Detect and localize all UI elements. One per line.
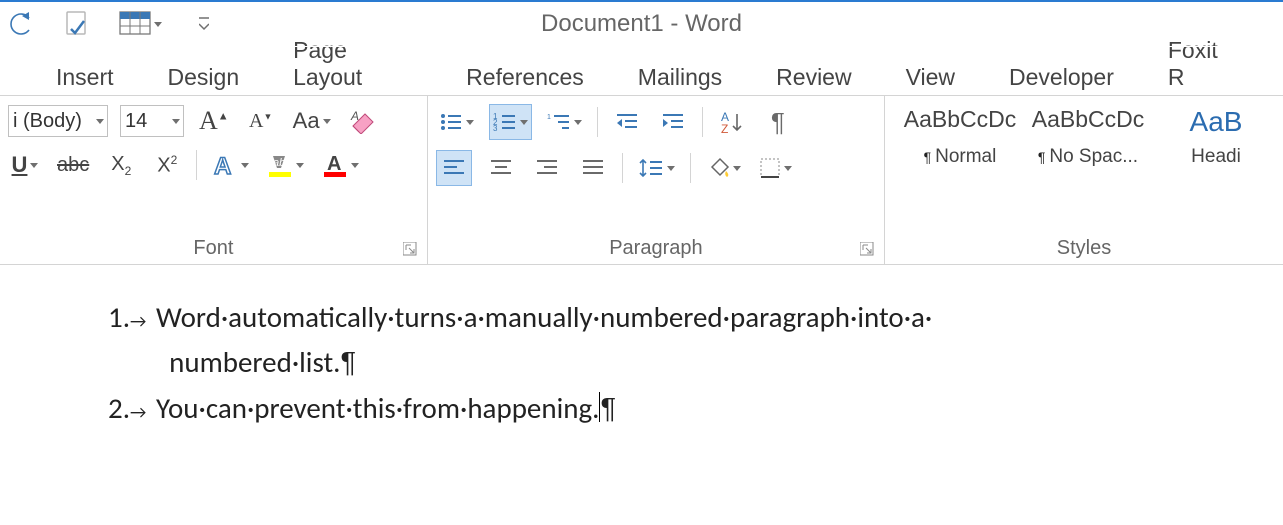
tab-review[interactable]: Review: [770, 60, 857, 95]
tab-mailings[interactable]: Mailings: [632, 60, 728, 95]
font-size-combo[interactable]: [120, 105, 184, 137]
align-center-button[interactable]: [484, 151, 518, 185]
svg-text:A: A: [214, 153, 231, 178]
paragraph-text[interactable]: You·can·prevent·this·from·happening.¶: [156, 386, 616, 432]
group-label-styles: Styles: [1057, 237, 1111, 260]
spelling-button[interactable]: [60, 7, 94, 41]
underline-button[interactable]: U: [8, 148, 42, 182]
line-spacing-button[interactable]: [635, 151, 678, 185]
subscript-button[interactable]: X2: [104, 148, 138, 182]
strikethrough-button[interactable]: abc: [54, 148, 92, 182]
text-effects-icon: A: [212, 152, 238, 178]
align-left-icon: [442, 158, 466, 178]
font-name-combo[interactable]: [8, 105, 108, 137]
table-quick-button[interactable]: [116, 7, 165, 41]
font-color-icon: A: [322, 152, 348, 178]
ribbon: A▲ A▼ Aa A U abc X2 X2 A ab: [0, 96, 1283, 265]
line-spacing-icon: [638, 157, 664, 179]
group-label-paragraph: Paragraph: [609, 237, 702, 260]
ribbon-tabs: Insert Design Page Layout References Mai…: [0, 47, 1283, 96]
align-right-icon: [535, 158, 559, 178]
quick-access-toolbar: Document1 - Word: [0, 2, 1283, 47]
style-no-spacing[interactable]: AaBbCcDc ¶ No Spac...: [1029, 106, 1147, 168]
font-name-input[interactable]: [9, 107, 89, 135]
svg-text:A: A: [350, 109, 359, 123]
list-item: 1.→ Word·automatically·turns·a·manually·…: [108, 295, 1283, 386]
align-right-button[interactable]: [530, 151, 564, 185]
tab-insert[interactable]: Insert: [50, 60, 120, 95]
highlight-icon: ab: [267, 152, 293, 178]
numbering-icon: 123: [493, 111, 517, 133]
indent-icon: [661, 111, 685, 133]
svg-text:3: 3: [493, 124, 498, 133]
numbering-button[interactable]: 123: [489, 104, 532, 140]
change-case-button[interactable]: Aa: [290, 104, 334, 138]
word-window: Document1 - Word Insert Design Page Layo…: [0, 0, 1283, 525]
undo-icon: [7, 10, 35, 38]
paint-bucket-icon: [706, 157, 730, 179]
qat-customize[interactable]: [187, 7, 221, 41]
align-left-button[interactable]: [436, 150, 472, 186]
svg-text:Z: Z: [721, 122, 728, 134]
eraser-icon: A: [349, 108, 377, 134]
align-center-icon: [489, 158, 513, 178]
show-hide-button[interactable]: ¶: [761, 105, 795, 139]
shading-button[interactable]: [703, 151, 744, 185]
decrease-indent-button[interactable]: [610, 105, 644, 139]
group-paragraph: 123 1 AZ ¶: [428, 96, 885, 264]
undo-button[interactable]: [4, 7, 38, 41]
style-normal[interactable]: AaBbCcDc ¶ Normal: [901, 106, 1019, 168]
increase-indent-button[interactable]: [656, 105, 690, 139]
svg-text:1: 1: [547, 114, 551, 121]
justify-icon: [581, 158, 605, 178]
borders-button[interactable]: [756, 151, 795, 185]
outdent-icon: [615, 111, 639, 133]
borders-icon: [759, 157, 781, 179]
multilevel-list-button[interactable]: 1: [544, 105, 585, 139]
list-item: 2.→ You·can·prevent·this·from·happening.…: [108, 386, 1283, 432]
tab-references[interactable]: References: [460, 60, 590, 95]
grow-font-button[interactable]: A▲: [196, 104, 232, 138]
bullets-icon: [439, 111, 463, 133]
group-label-font: Font: [193, 237, 233, 260]
text-effects-button[interactable]: A: [209, 148, 252, 182]
style-heading1[interactable]: AaB Headi: [1157, 106, 1275, 168]
paragraph-dialog-launcher[interactable]: [860, 242, 874, 256]
svg-text:A: A: [327, 153, 341, 175]
justify-button[interactable]: [576, 151, 610, 185]
group-font: A▲ A▼ Aa A U abc X2 X2 A ab: [0, 96, 428, 264]
clear-formatting-button[interactable]: A: [346, 104, 380, 138]
highlight-button[interactable]: ab: [264, 148, 307, 182]
page-check-icon: [64, 9, 90, 39]
svg-text:ab: ab: [273, 157, 285, 169]
bullets-button[interactable]: [436, 105, 477, 139]
font-dialog-launcher[interactable]: [403, 242, 417, 256]
customize-icon: [199, 14, 209, 34]
paragraph-text[interactable]: Word·automatically·turns·a·manually·numb…: [156, 295, 932, 386]
tab-developer[interactable]: Developer: [1003, 60, 1120, 95]
document-body[interactable]: 1.→ Word·automatically·turns·a·manually·…: [0, 265, 1283, 432]
shrink-font-button[interactable]: A▼: [244, 104, 278, 138]
sort-button[interactable]: AZ: [715, 105, 749, 139]
table-icon: [119, 11, 151, 37]
group-styles: AaBbCcDc ¶ Normal AaBbCcDc ¶ No Spac... …: [885, 96, 1283, 264]
sort-icon: AZ: [721, 110, 743, 134]
tab-design[interactable]: Design: [162, 60, 246, 95]
tab-view[interactable]: View: [900, 60, 961, 95]
font-size-input[interactable]: [121, 107, 165, 135]
multilevel-icon: 1: [547, 111, 571, 133]
font-color-button[interactable]: A: [319, 148, 362, 182]
superscript-button[interactable]: X2: [150, 148, 184, 182]
